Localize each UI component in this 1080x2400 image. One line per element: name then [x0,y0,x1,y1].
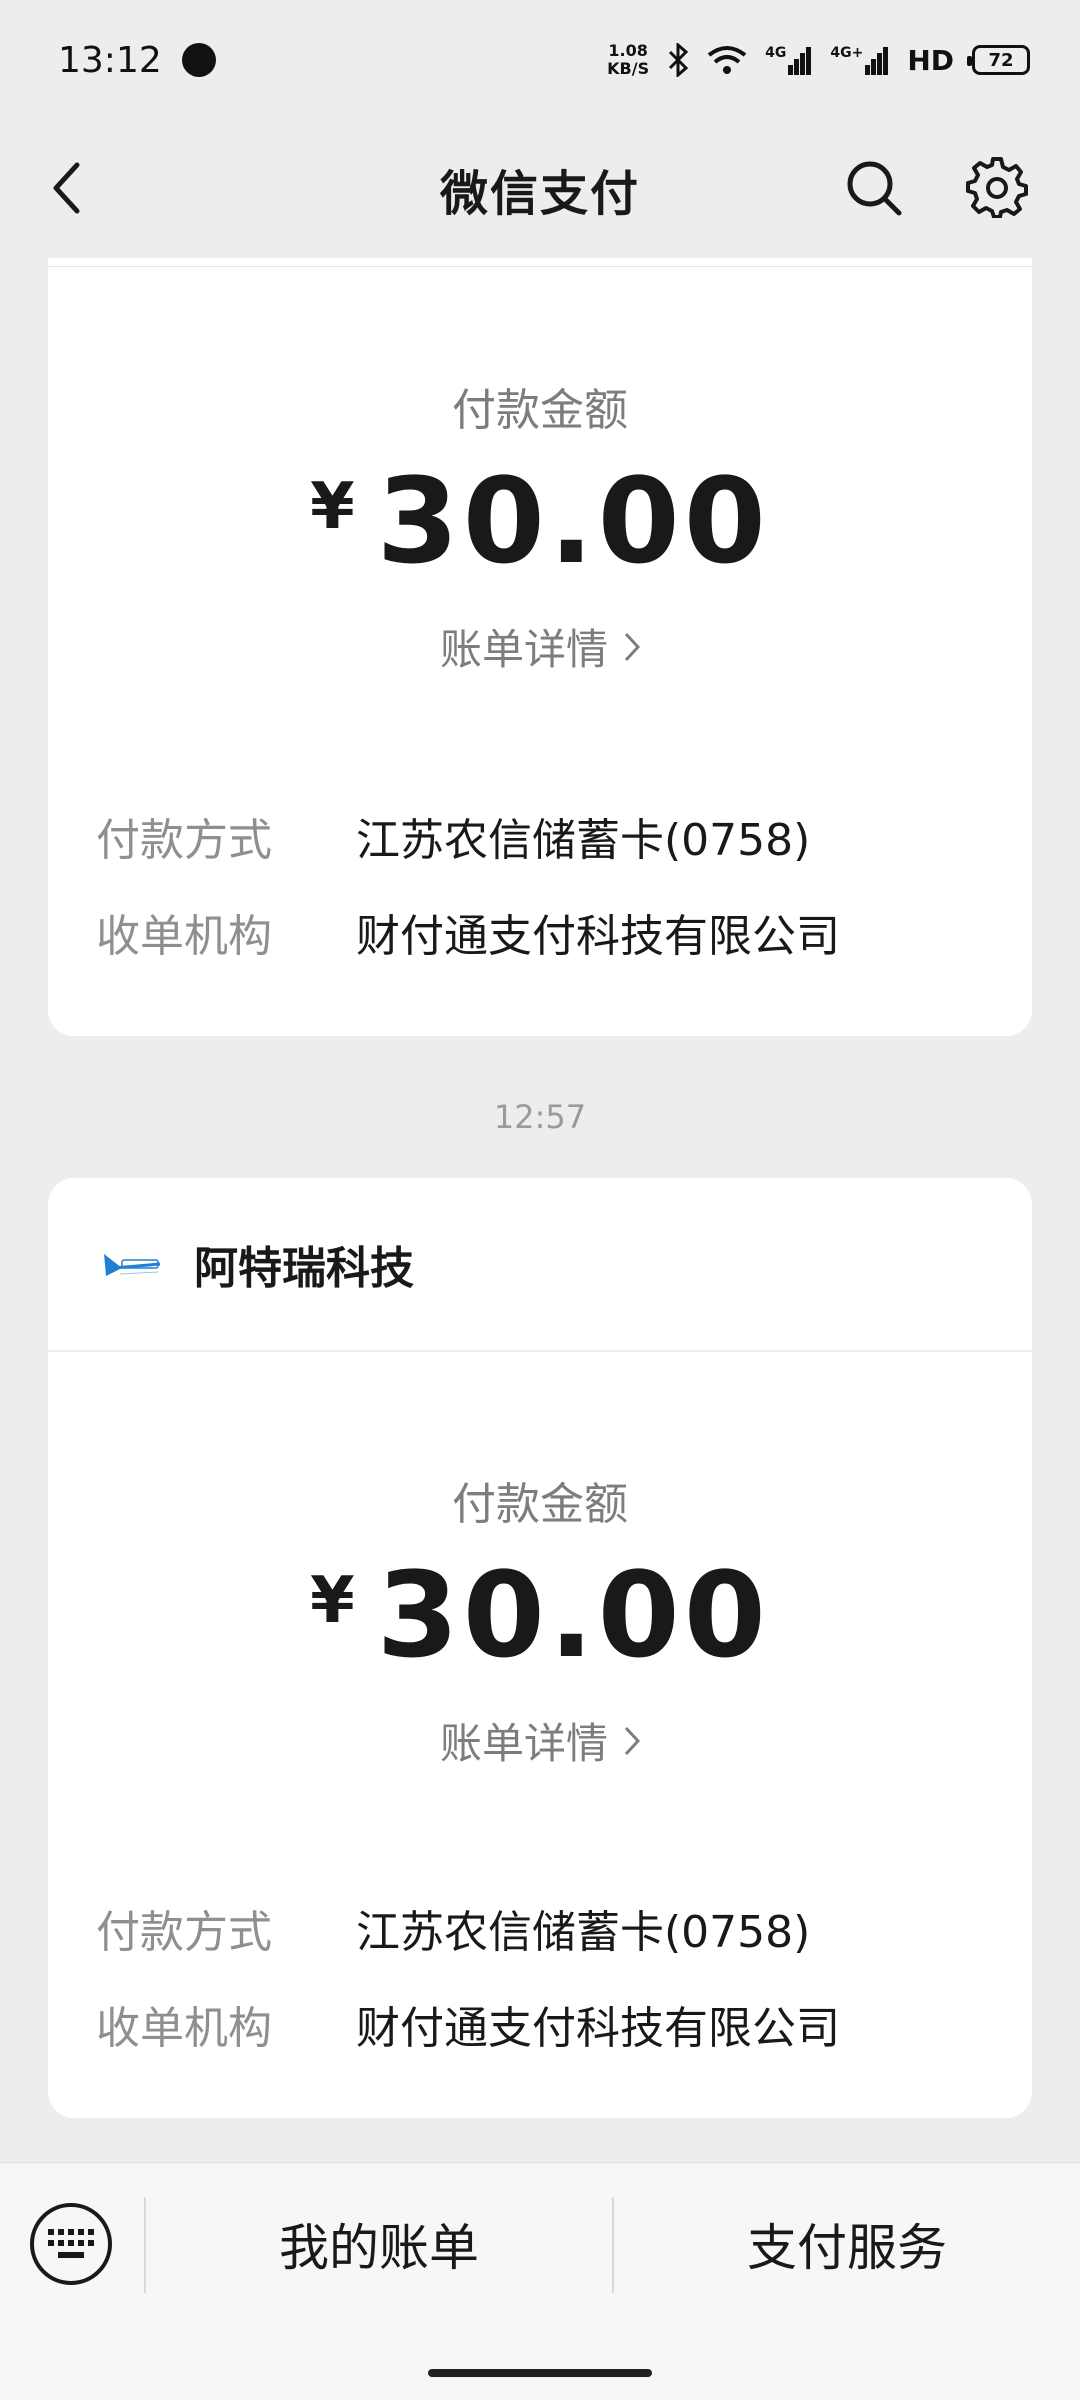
back-button[interactable] [36,158,96,218]
payment-method-label: 付款方式 [96,1907,272,1958]
acquirer-value: 财付通支付科技有限公司 [356,2003,840,2054]
signal-4g: 4G [765,45,812,75]
network-speed: 1.08 KB/S [607,41,650,78]
gear-icon [966,157,1028,218]
merchant-name: 阿特瑞科技 [194,1243,414,1294]
amount-value: ¥ 30.00 [48,1556,1032,1674]
payment-method-row: 付款方式 江苏农信储蓄卡(0758) [96,804,810,868]
acquirer-label: 收单机构 [96,2003,272,2054]
payment-method-row: 付款方式 江苏农信储蓄卡(0758) [96,1896,810,1960]
search-button[interactable] [842,156,906,220]
wifi-icon [707,46,747,74]
amount-block: 付款金额 ¥ 30.00 账单详情 [48,1468,1032,1771]
currency-symbol: ¥ [310,470,355,544]
chevron-right-icon [624,632,640,661]
signal-bars-icon [865,47,889,75]
message-timestamp: 12:57 [493,1098,587,1136]
keyboard-icon [48,2229,94,2258]
amount-number: 30.00 [376,1546,770,1684]
bill-detail-link[interactable]: 账单详情 [440,616,640,677]
amount-number: 30.00 [376,452,770,590]
amount-label: 付款金额 [452,1479,628,1530]
amount-label: 付款金额 [452,385,628,436]
signal-bars-icon [788,47,812,75]
keyboard-toggle-button[interactable] [30,2203,112,2285]
bill-detail-link[interactable]: 账单详情 [440,1710,640,1771]
bottom-menu-bar: 我的账单 支付服务 [0,2162,1080,2400]
search-icon [847,161,902,216]
notification-bubble-icon [181,43,216,77]
home-indicator[interactable] [428,2369,652,2377]
my-bills-menu[interactable]: 我的账单 [146,2203,612,2285]
battery-icon: 72 [967,45,1030,75]
acquirer-value: 财付通支付科技有限公司 [356,911,840,962]
status-left: 13:12 [58,40,216,81]
hd-indicator: HD [907,43,954,77]
merchant-logo [104,1254,161,1276]
nav-bar: 微信支付 [0,120,1080,258]
status-time: 13:12 [58,39,162,81]
amount-value: ¥ 30.00 [48,462,1032,580]
payment-card[interactable]: 付款金额 ¥ 30.00 账单详情 付款方式 江苏农信储蓄卡(0758) 收单机… [48,258,1032,1036]
acquirer-label: 收单机构 [96,911,272,962]
payment-method-value: 江苏农信储蓄卡(0758) [356,1907,811,1958]
acquirer-row: 收单机构 财付通支付科技有限公司 [96,900,840,964]
page-title: 微信支付 [439,166,640,222]
card-divider [48,266,1032,267]
settings-button[interactable] [964,154,1030,220]
chevron-right-icon [624,1726,640,1755]
status-bar: 13:12 1.08 KB/S 4G 4G+ HD 72 [0,0,1080,120]
signal-4g-plus: 4G+ [830,45,889,75]
message-list[interactable]: 付款金额 ¥ 30.00 账单详情 付款方式 江苏农信储蓄卡(0758) 收单机… [0,258,1080,2162]
payment-card[interactable]: 阿特瑞科技 付款金额 ¥ 30.00 账单详情 付款方式 江苏农信储蓄卡(075… [48,1178,1032,2118]
payment-service-menu[interactable]: 支付服务 [614,2203,1080,2285]
bill-detail-label: 账单详情 [439,625,608,674]
status-right: 1.08 KB/S 4G 4G+ HD 72 [607,42,1030,78]
amount-block: 付款金额 ¥ 30.00 账单详情 [48,374,1032,677]
payment-method-label: 付款方式 [96,815,272,866]
merchant-header[interactable]: 阿特瑞科技 [48,1178,1032,1352]
payment-method-value: 江苏农信储蓄卡(0758) [356,815,811,866]
acquirer-row: 收单机构 财付通支付科技有限公司 [96,1992,840,2056]
bill-detail-label: 账单详情 [439,1719,608,1768]
chevron-left-icon [53,162,80,214]
bluetooth-icon [669,43,689,77]
currency-symbol: ¥ [310,1564,355,1638]
